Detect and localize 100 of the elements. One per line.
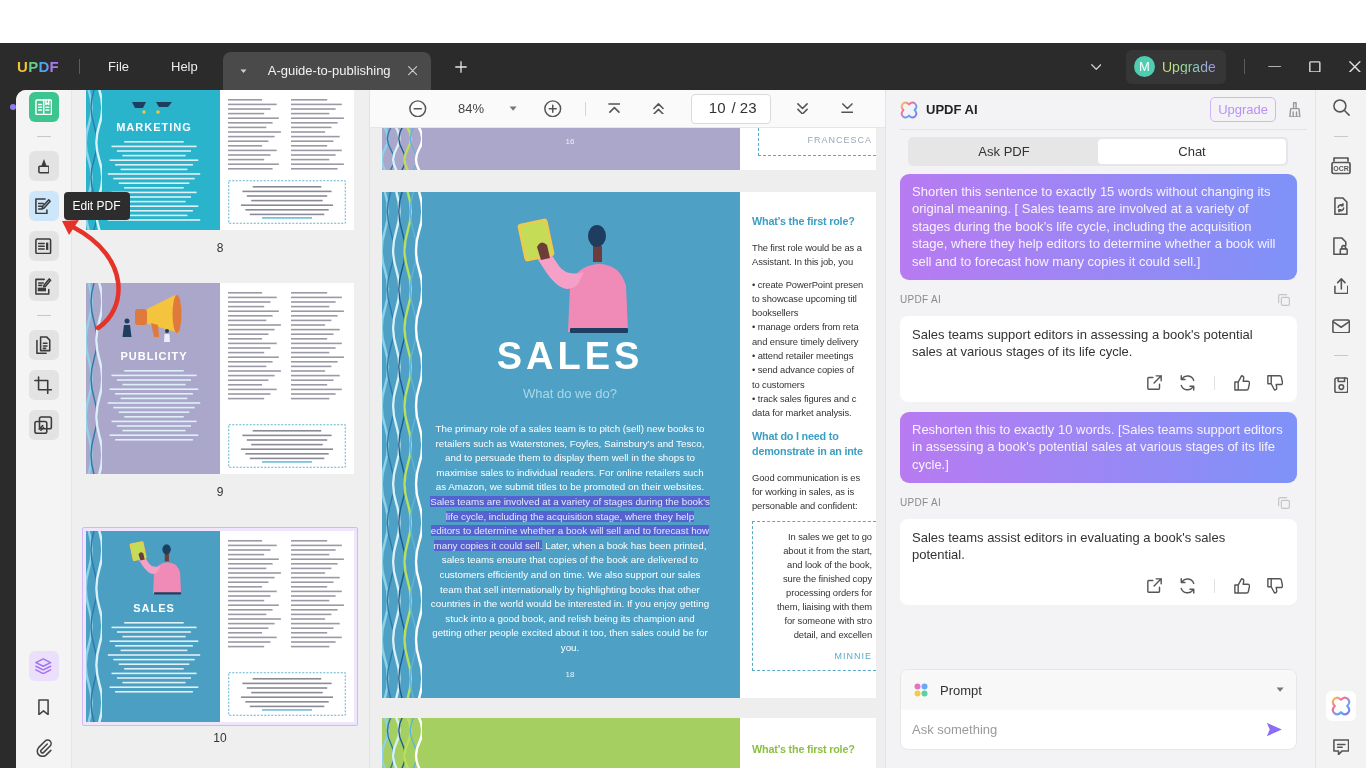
thumbs-up-icon bbox=[1233, 374, 1251, 391]
layers-icon bbox=[35, 657, 52, 675]
message-text: Sales teams assist editors in evaluating a book's sales potential. bbox=[912, 529, 1227, 564]
wave-pattern-drawing bbox=[382, 718, 422, 768]
double-chevron-down-icon bbox=[796, 102, 808, 115]
page-number-label: 9 bbox=[216, 485, 224, 499]
document-lock-icon bbox=[1333, 236, 1349, 256]
caret-icon bbox=[1275, 687, 1284, 693]
form-mode-button[interactable] bbox=[28, 231, 59, 261]
stacked-pages-icon bbox=[34, 415, 53, 435]
copy-icon bbox=[1278, 293, 1290, 306]
thumbs-down-icon bbox=[1266, 577, 1284, 594]
body-text: The first role would be as a Assistant. In this job, you bbox=[752, 241, 862, 270]
search-icon bbox=[1332, 98, 1350, 116]
pages-icon bbox=[36, 335, 51, 355]
dislike-button[interactable] bbox=[1265, 372, 1285, 393]
like-button[interactable] bbox=[1232, 575, 1252, 596]
zoom-out-icon bbox=[409, 99, 427, 118]
page-number: 16 bbox=[565, 137, 575, 148]
external-link-icon bbox=[1146, 578, 1162, 594]
thumbnail-title: MARKETING bbox=[116, 120, 192, 134]
menu-item[interactable]: Help bbox=[163, 55, 206, 78]
form-icon bbox=[35, 237, 52, 255]
section-subtitle: What do we do? bbox=[523, 386, 617, 402]
chevron-down-icon bbox=[1090, 63, 1102, 70]
thumbnail-title: SALES bbox=[133, 601, 175, 615]
thumbnail-title: PUBLICITY bbox=[120, 349, 188, 363]
quote-text: In sales we get to go about it from the start, and look of the book, sure the finished copy processing orders for them, liaising with them for someone with stro detail, and excellen bbox=[776, 530, 872, 643]
zoom-level-button[interactable]: 84% bbox=[458, 102, 485, 115]
thumbs-down-icon bbox=[1266, 374, 1284, 391]
ai-assistant-button[interactable] bbox=[1326, 691, 1356, 721]
panel-title: UPDF AI bbox=[926, 100, 978, 119]
refresh-icon bbox=[1179, 374, 1195, 391]
copy-icon bbox=[1278, 496, 1290, 509]
zoom-in-icon bbox=[544, 99, 562, 118]
quote-author: FRANCESCA bbox=[807, 134, 872, 146]
comment-mode-button[interactable] bbox=[28, 151, 59, 181]
broom-icon bbox=[1289, 101, 1301, 118]
colored-dots-icon bbox=[914, 683, 928, 697]
account-upgrade-button[interactable]: M Upgrade bbox=[1126, 49, 1226, 84]
panel-tab[interactable]: Ask PDF bbox=[910, 139, 1098, 164]
page-number-label: 8 bbox=[216, 241, 224, 255]
thumbnails-button[interactable] bbox=[28, 651, 59, 681]
sender-label: UPDF AI bbox=[900, 293, 941, 308]
thumbs-up-icon bbox=[1233, 577, 1251, 594]
body-text: • create PowerPoint presen to showcase upcoming titl booksellers • manage orders from reta and ensure timely delivery • attend retailer meetings • send advance copies of to customers • track sales figures and c data for market analysis. bbox=[752, 277, 864, 421]
edit-pdf-button[interactable] bbox=[28, 191, 59, 221]
double-chevron-up-icon bbox=[652, 102, 664, 115]
minimize-icon bbox=[1268, 65, 1282, 68]
message-input[interactable]: Ask something bbox=[910, 718, 1262, 741]
tooltip: Edit PDF bbox=[63, 192, 130, 220]
first-page-icon bbox=[607, 103, 621, 114]
section-heading: What do I need to demonstrate in an inte bbox=[752, 428, 863, 459]
prompt-selector[interactable]: Prompt bbox=[901, 670, 1296, 710]
close-icon bbox=[1349, 60, 1361, 73]
user-message: Shorten this sentence to exactly 15 words without changing its original meaning. [ Sales teams are involved at a variety of stages during the book’s life cycle, including the acquisition stage, where they help editors to determine whether a book will sell and to forecast how many copies it could sell.] bbox=[900, 174, 1297, 281]
handle-dot-icon bbox=[10, 104, 16, 110]
ai-logo-icon bbox=[1331, 696, 1351, 716]
page-number: 18 bbox=[565, 670, 575, 680]
fill-sign-button[interactable] bbox=[28, 271, 59, 301]
page-title: SALES bbox=[496, 336, 644, 376]
open-in-window-button[interactable] bbox=[1144, 372, 1164, 393]
open-in-window-button[interactable] bbox=[1144, 575, 1164, 596]
save-icon bbox=[1333, 376, 1349, 394]
crop-icon bbox=[34, 375, 53, 395]
maximize-icon bbox=[1309, 60, 1321, 73]
page-count: / 23 bbox=[731, 98, 757, 119]
document-sync-icon bbox=[1334, 196, 1348, 216]
document-sign-icon bbox=[35, 277, 52, 295]
sender-label: UPDF AI bbox=[900, 496, 941, 511]
plus-icon bbox=[454, 60, 467, 73]
paperclip-icon bbox=[34, 738, 53, 758]
close-icon bbox=[408, 66, 418, 76]
avatar: M bbox=[1134, 56, 1155, 77]
page-tools-button[interactable] bbox=[28, 410, 59, 440]
quote-author: MINNIE bbox=[834, 650, 872, 663]
share-icon bbox=[1333, 277, 1349, 295]
highlighter-icon bbox=[37, 158, 50, 174]
page-number-input[interactable]: 10 bbox=[705, 97, 726, 120]
like-button[interactable] bbox=[1232, 372, 1252, 393]
document-tab[interactable]: A-guide-to-publishing bbox=[222, 52, 431, 90]
section-heading: What’s the first role? bbox=[752, 214, 855, 229]
crop-button[interactable] bbox=[28, 370, 59, 400]
menu-item[interactable]: File bbox=[100, 55, 137, 78]
external-link-icon bbox=[1146, 375, 1162, 391]
organize-pages-button[interactable] bbox=[28, 330, 59, 360]
last-page-icon bbox=[840, 103, 854, 114]
book-icon bbox=[34, 98, 53, 116]
mail-icon bbox=[1331, 318, 1351, 334]
ai-logo-icon bbox=[900, 100, 918, 119]
panel-tab[interactable]: Chat bbox=[1098, 139, 1286, 164]
user-message: Reshorten this to exactly 10 words. [Sales teams support editors in assessing a book's potential sales at various stages of its life cycle.] bbox=[900, 411, 1297, 484]
dislike-button[interactable] bbox=[1265, 575, 1285, 596]
message-text: Sales teams support editors in assessing a book's potential sales at various stages of its life cycle. bbox=[912, 326, 1254, 361]
body-paragraph: The primary role of a sales team is to pitch (sell) new books to retailers such as Waterstones, Foyles, Sainsbury’s and Tesco, and to persuade them to display them well in the shops to maximise sales to individual readers. For online retailers such as Amazon, we submit titles to be promoted on their websites. Sales teams are involved at a variety of stages during the book’s life cycle, including the acquisition stage, where they help editors to determine whether a book will sell and to forecast how many copies it could sell. Later, when a book has been printed, sales teams ensure that copies of the book are delivered to customers efficiently and on time. We also support our sales team that sell internationally by highlighting books that other countries in the world would be interested in. If you enjoy getting stuck into a good book, and relish being its champion and getting other people excited about it too, then sales could be for you. bbox=[430, 422, 710, 655]
body-text: Good communication is es for working in sales, as is personable and confident: bbox=[752, 470, 861, 514]
document-pen-icon bbox=[35, 197, 52, 215]
caret-icon bbox=[239, 68, 247, 74]
bookmark-icon bbox=[38, 698, 49, 716]
send-icon bbox=[1265, 722, 1283, 737]
